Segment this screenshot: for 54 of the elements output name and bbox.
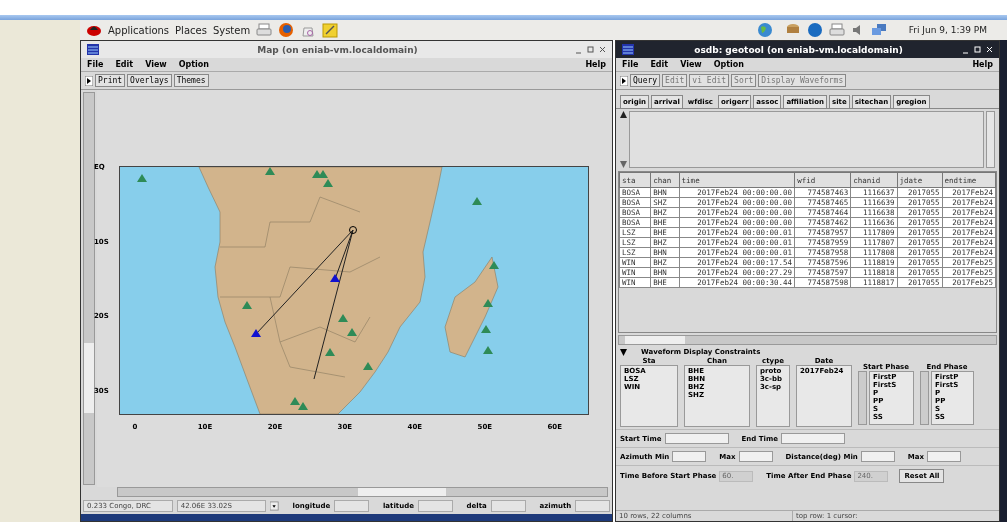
input-field[interactable]	[334, 500, 369, 512]
window-title: osdb: geotool (on eniab-vm.localdomain)	[693, 44, 904, 55]
browser-icon[interactable]	[278, 22, 295, 38]
menu-item[interactable]: File	[87, 60, 104, 69]
vertical-scrollbar[interactable]	[986, 111, 995, 168]
menu-item[interactable]: Option	[178, 60, 210, 69]
arrow-toggle-icon[interactable]	[85, 75, 93, 86]
input-field[interactable]	[860, 451, 895, 462]
panel-menu[interactable]: Applications	[108, 24, 170, 36]
window-controls-icon[interactable]	[963, 45, 993, 54]
app-icon	[87, 44, 99, 55]
input-field[interactable]	[490, 500, 526, 512]
panel-menu[interactable]: Places	[175, 24, 207, 36]
dropdown-icon[interactable]	[270, 501, 279, 511]
toolbar-button[interactable]: Query	[630, 74, 661, 87]
input-field[interactable]	[417, 500, 453, 512]
round-logo-icon[interactable]	[806, 22, 823, 38]
toolbar-button[interactable]: Print	[95, 74, 126, 87]
menu-item[interactable]: View	[680, 60, 702, 69]
arrow-toggle-icon[interactable]	[620, 75, 628, 86]
app-icon	[622, 44, 634, 55]
panel-menu[interactable]: System	[212, 24, 251, 36]
list-scrollbar[interactable]	[858, 371, 867, 425]
printer-icon[interactable]	[828, 23, 845, 37]
toolbar-button[interactable]: Themes	[173, 74, 209, 87]
list-scrollbar[interactable]	[920, 371, 929, 425]
input-field[interactable]	[738, 451, 773, 462]
scroll-down-icon[interactable]	[620, 161, 627, 168]
hat-logo-icon[interactable]	[86, 23, 102, 37]
menu-item[interactable]: File	[622, 60, 639, 69]
globe-icon[interactable]	[756, 22, 773, 38]
input-field[interactable]	[672, 451, 707, 462]
menu-item[interactable]: Edit	[650, 60, 669, 69]
printer-icon[interactable]	[256, 23, 273, 37]
menu-item[interactable]: Edit	[115, 60, 134, 69]
menu-item[interactable]: Option	[713, 60, 745, 69]
input-field[interactable]	[575, 500, 610, 512]
clock[interactable]: Fri Jun 9, 1:39 PM	[908, 25, 987, 35]
note-icon[interactable]	[322, 22, 339, 38]
menu-item[interactable]: View	[145, 60, 167, 69]
input-field[interactable]	[664, 433, 729, 444]
vertical-scrollbar[interactable]	[83, 92, 95, 485]
help-menu[interactable]: Help	[585, 60, 606, 69]
input-field[interactable]	[927, 451, 961, 462]
window-title: Map (on eniab-vm.localdomain)	[256, 44, 419, 55]
network-icon[interactable]	[870, 23, 887, 37]
input-field[interactable]	[781, 433, 845, 444]
scroll-up-icon[interactable]	[620, 111, 627, 118]
toolbar-button[interactable]: Overlays	[127, 74, 172, 87]
window-controls-icon[interactable]	[576, 45, 606, 54]
horizontal-scrollbar[interactable]	[618, 335, 997, 345]
help-menu[interactable]: Help	[972, 60, 993, 69]
expand-caret-icon[interactable]	[620, 348, 627, 356]
horizontal-scrollbar[interactable]	[117, 487, 608, 497]
